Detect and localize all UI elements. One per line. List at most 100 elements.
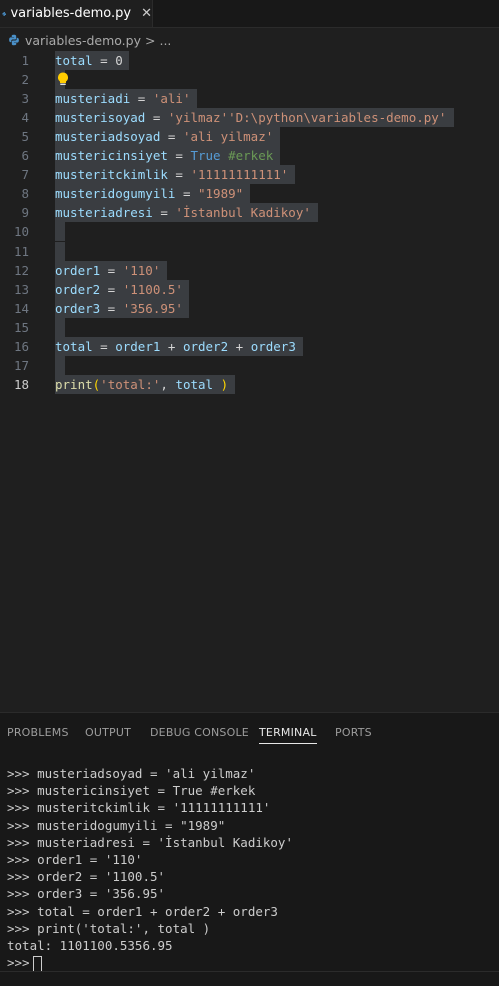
code-text: order3 = '356.95': [55, 299, 183, 318]
code-line[interactable]: 10: [0, 222, 499, 241]
code-token: print: [55, 377, 93, 392]
terminal-output[interactable]: >>> musteriadsoyad = 'ali yilmaz'>>> mus…: [7, 765, 293, 971]
code-line[interactable]: 11: [0, 242, 499, 261]
code-token: =: [168, 167, 191, 182]
line-number: 16: [0, 337, 29, 356]
code-line[interactable]: 4musterisoyad = 'yilmaz''D:\python\varia…: [0, 108, 499, 127]
code-token: 'İstanbul Kadikoy': [175, 205, 310, 220]
tab-output[interactable]: OUTPUT: [85, 726, 131, 739]
code-token: "1989": [198, 186, 243, 201]
code-token: '356.95': [123, 301, 183, 316]
line-number: 9: [0, 203, 29, 222]
code-token: 'yilmaz''D:\python\variables-demo.py': [168, 110, 446, 125]
code-line[interactable]: 1total = 0: [0, 51, 499, 70]
code-text: total = order1 + order2 + order3: [55, 337, 296, 356]
code-token: [213, 377, 221, 392]
code-text: order1 = '110': [55, 261, 160, 280]
breadcrumb-symbols[interactable]: ...: [159, 33, 171, 48]
code-text: musteriadsoyad = 'ali yilmaz': [55, 127, 273, 146]
code-token: order1: [115, 339, 160, 354]
code-token: 0: [115, 53, 123, 68]
selection-highlight: [55, 318, 65, 337]
code-text: musteridogumyili = "1989": [55, 184, 243, 203]
line-number: 15: [0, 318, 29, 337]
code-line[interactable]: 12 order1 = '110': [0, 261, 499, 280]
line-number: 11: [0, 242, 29, 261]
code-line[interactable]: 8 musteridogumyili = "1989": [0, 184, 499, 203]
divider: [0, 971, 499, 972]
tab-variables-demo[interactable]: variables-demo.py ✕: [0, 0, 153, 27]
tab-terminal[interactable]: TERMINAL: [259, 726, 317, 744]
code-token: musteridogumyili: [55, 186, 175, 201]
code-line[interactable]: 9 musteriadresi = 'İstanbul Kadikoy': [0, 203, 499, 222]
code-editor[interactable]: 1total = 023 musteriadi = 'ali'4musteriso…: [0, 50, 499, 712]
code-token: '11111111111': [190, 167, 288, 182]
code-line[interactable]: 14 order3 = '356.95': [0, 299, 499, 318]
line-number: 13: [0, 280, 29, 299]
code-token: =: [145, 110, 168, 125]
panel-tabs: PROBLEMS OUTPUT DEBUG CONSOLE TERMINAL P…: [0, 713, 499, 751]
close-icon[interactable]: ✕: [141, 6, 152, 21]
code-text: musteriadresi = 'İstanbul Kadikoy': [55, 203, 311, 222]
code-line[interactable]: 18print('total:', total ): [0, 375, 499, 394]
python-icon: [8, 34, 20, 46]
code-token: '1100.5': [123, 282, 183, 297]
code-line[interactable]: 6mustericinsiyet = True #erkek: [0, 146, 499, 165]
terminal-line: total: 1101100.5356.95: [7, 937, 293, 954]
code-token: mustericinsiyet: [55, 148, 168, 163]
code-text: musteriadi = 'ali': [55, 89, 190, 108]
code-line[interactable]: 2: [0, 70, 499, 89]
code-token: +: [160, 339, 183, 354]
code-line[interactable]: 5 musteriadsoyad = 'ali yilmaz': [0, 127, 499, 146]
terminal-line: >>> mustericinsiyet = True #erkek: [7, 782, 293, 799]
code-token: =: [100, 282, 123, 297]
code-token: musteriadsoyad: [55, 129, 160, 144]
python-icon: [2, 7, 6, 21]
code-token: =: [153, 205, 176, 220]
tab-ports[interactable]: PORTS: [335, 726, 372, 739]
line-number: 8: [0, 184, 29, 203]
lightbulb-icon[interactable]: [57, 72, 69, 90]
code-token: =: [168, 148, 191, 163]
code-token: =: [93, 339, 116, 354]
line-number: 12: [0, 261, 29, 280]
code-line[interactable]: 17: [0, 356, 499, 375]
line-number: 7: [0, 165, 29, 184]
line-number: 3: [0, 89, 29, 108]
code-token: ,: [160, 377, 175, 392]
line-number: 14: [0, 299, 29, 318]
code-token: =: [130, 91, 153, 106]
code-line[interactable]: 16 total = order1 + order2 + order3: [0, 337, 499, 356]
code-token: total: [55, 339, 93, 354]
code-line[interactable]: 7 musteritckimlik = '11111111111': [0, 165, 499, 184]
terminal-line: >>> musteriadresi = 'İstanbul Kadikoy': [7, 834, 293, 851]
code-text: mustericinsiyet = True #erkek: [55, 146, 273, 165]
code-token: total: [175, 377, 213, 392]
terminal-line: >>> order1 = '110': [7, 851, 293, 868]
terminal-cursor: [33, 956, 42, 972]
code-line[interactable]: 13order2 = '1100.5': [0, 280, 499, 299]
code-line[interactable]: 3 musteriadi = 'ali': [0, 89, 499, 108]
code-token: [221, 148, 229, 163]
code-token: True: [190, 148, 220, 163]
breadcrumb-file[interactable]: variables-demo.py: [25, 33, 141, 48]
code-text: musteritckimlik = '11111111111': [55, 165, 288, 184]
chevron-right-icon: >: [145, 33, 155, 48]
code-token: ): [221, 377, 229, 392]
terminal-prompt[interactable]: >>>: [7, 954, 293, 971]
code-token: #erkek: [228, 148, 273, 163]
code-token: musterisoyad: [55, 110, 145, 125]
code-token: total: [55, 53, 93, 68]
line-number: 17: [0, 356, 29, 375]
selection-highlight: [55, 356, 65, 375]
code-text: total = 0: [55, 51, 123, 70]
code-line[interactable]: 15: [0, 318, 499, 337]
code-token: musteriadi: [55, 91, 130, 106]
code-token: order1: [55, 263, 100, 278]
terminal-line: >>> total = order1 + order2 + order3: [7, 903, 293, 920]
tab-problems[interactable]: PROBLEMS: [7, 726, 69, 739]
code-token: order3: [251, 339, 296, 354]
code-token: =: [160, 129, 183, 144]
line-number: 5: [0, 127, 29, 146]
tab-debug-console[interactable]: DEBUG CONSOLE: [150, 726, 249, 739]
